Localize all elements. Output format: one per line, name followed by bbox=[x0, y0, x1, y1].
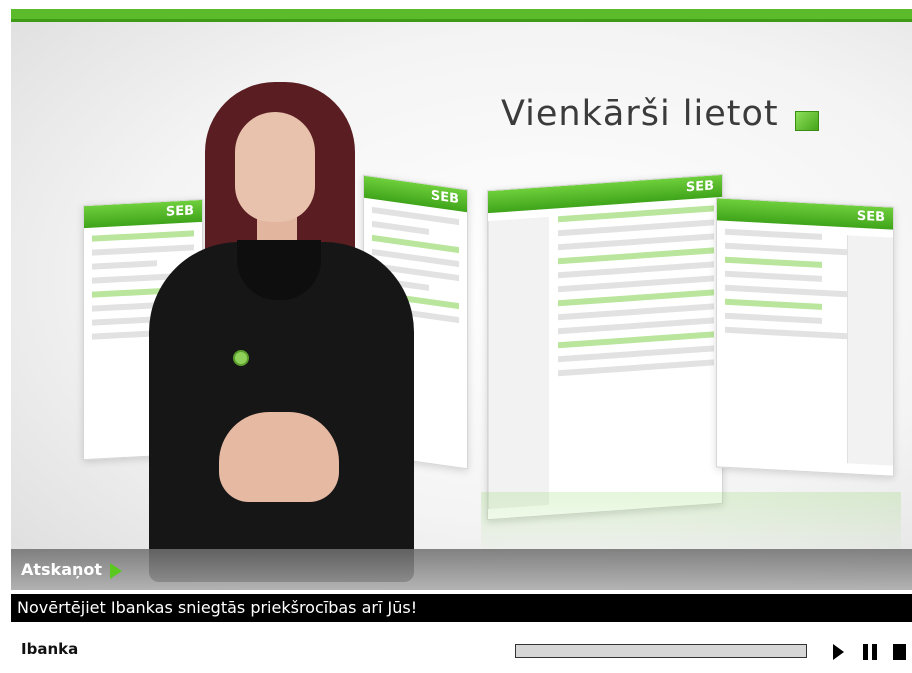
pause-icon[interactable] bbox=[863, 644, 877, 660]
video-headline: Vienkārši lietot bbox=[501, 94, 779, 134]
video-player: SEB SEB SEB SEB Vienkārši lietot Atskaņo… bbox=[0, 0, 912, 673]
play-label: Atskaņot bbox=[21, 559, 103, 579]
caption-bar: Novērtējiet Ibankas sniegtās priekšrocīb… bbox=[11, 594, 912, 622]
play-triangle-icon bbox=[110, 563, 123, 579]
pin-badge bbox=[233, 350, 249, 366]
top-accent-bar bbox=[11, 9, 912, 22]
presenter bbox=[119, 82, 439, 582]
control-bar: Ibanka bbox=[11, 630, 912, 673]
play-icon[interactable] bbox=[833, 644, 844, 660]
bank-page-card: SEB bbox=[716, 197, 894, 477]
bank-page-card: SEB bbox=[487, 173, 723, 521]
stop-icon[interactable] bbox=[893, 644, 906, 660]
progress-bar[interactable] bbox=[515, 644, 807, 658]
seb-logo: SEB bbox=[685, 178, 714, 196]
video-title: Ibanka bbox=[21, 640, 79, 658]
seb-logo: SEB bbox=[856, 208, 885, 226]
play-overlay: Atskaņot bbox=[11, 549, 912, 590]
play-overlay-button[interactable]: Atskaņot bbox=[21, 555, 123, 583]
green-square-icon bbox=[795, 111, 819, 131]
video-stage[interactable]: SEB SEB SEB SEB Vienkārši lietot bbox=[11, 22, 912, 590]
